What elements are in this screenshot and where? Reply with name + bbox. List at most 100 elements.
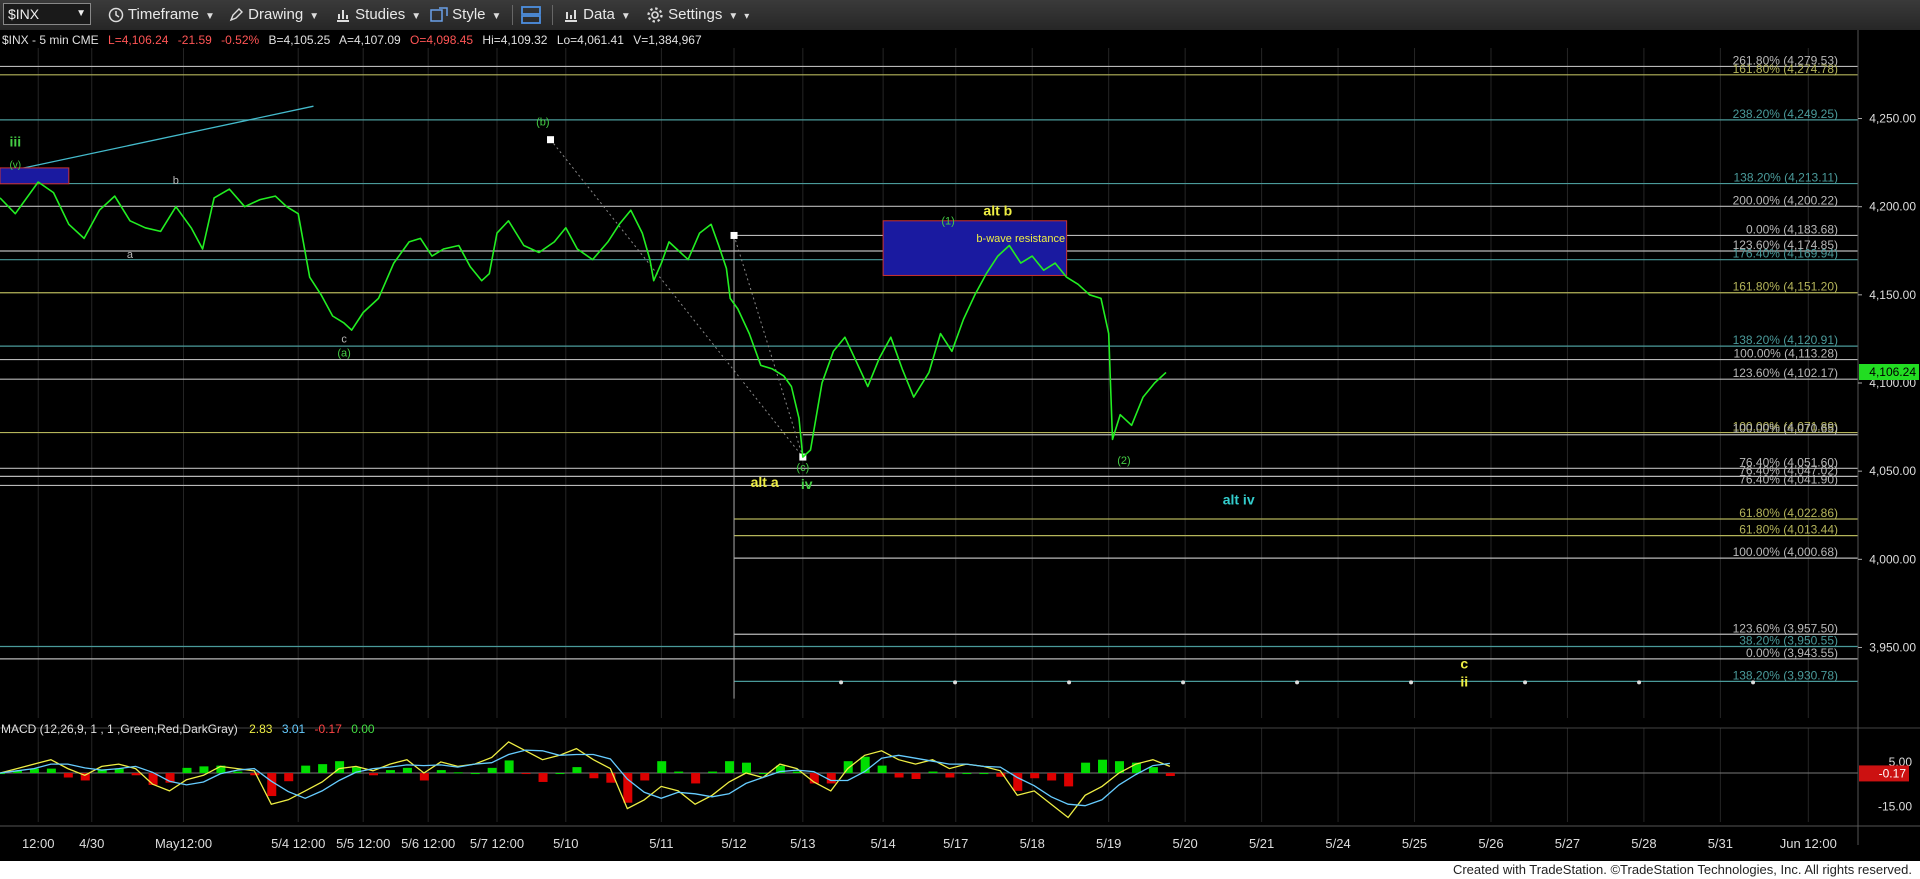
drawing-label: Drawing	[248, 6, 304, 23]
wave-label: alt b	[983, 203, 1012, 219]
time-marker-dot	[1751, 680, 1756, 685]
price-chart[interactable]: 261.80% (4,279.53)161.80% (4,274.78)238.…	[0, 30, 1920, 861]
caret-down-icon: ▾	[744, 11, 750, 22]
x-tick-label: 5/21	[1249, 836, 1274, 851]
style-label: Style	[452, 6, 486, 23]
macd-histogram-bar	[674, 771, 684, 774]
macd-histogram-bar	[470, 773, 480, 775]
x-tick-label: 5/20	[1172, 836, 1197, 851]
y-tick-label: 4,250.00	[1869, 112, 1916, 126]
x-tick-label: 5/6 12:00	[401, 836, 455, 851]
wave-label: iv	[801, 476, 813, 492]
time-marker-dot	[1409, 680, 1414, 685]
x-tick-label: 5/5 12:00	[336, 836, 390, 851]
chevron-down-icon[interactable]: ▼	[76, 4, 86, 24]
fib-level-label: 138.20% (4,120.91)	[1733, 333, 1838, 347]
data-icon	[565, 10, 577, 23]
y-tick-label: 4,200.00	[1869, 200, 1916, 214]
symbol-input[interactable]: $INX ▼	[3, 3, 91, 25]
macd-histogram-bar	[504, 760, 514, 774]
fib-level-label: 138.20% (3,930.78)	[1733, 668, 1838, 682]
chart-background	[0, 30, 1920, 861]
macd-histogram-bar	[63, 773, 73, 778]
data-menu[interactable]: Data ▼	[563, 4, 631, 26]
divider	[512, 5, 513, 25]
settings-menu[interactable]: Settings ▼ ▾	[646, 4, 749, 26]
x-tick-label: 4/30	[79, 836, 104, 851]
x-tick-label: 5/17	[943, 836, 968, 851]
clock-icon	[108, 7, 124, 23]
x-tick-label: 5/12	[721, 836, 746, 851]
time-marker-dot	[1295, 680, 1300, 685]
last-price: L=4,106.24	[108, 33, 169, 47]
studies-icon	[337, 10, 349, 23]
open-price: O=4,098.45	[410, 33, 473, 47]
wave-label: c	[341, 333, 347, 345]
y-tick-label: 4,000.00	[1869, 552, 1916, 566]
macd-histogram-bar	[318, 764, 328, 774]
macd-histogram-bar	[945, 773, 955, 778]
wave-label: (2)	[1117, 455, 1130, 467]
macd-histogram-bar	[640, 773, 650, 781]
toolbar: $INX ▼ Timeframe ▼ Drawing ▼ Studies ▼ Styl…	[0, 0, 1920, 31]
macd-histogram-bar	[623, 773, 633, 803]
time-marker-dot	[1637, 680, 1642, 685]
wave-label: (b)	[536, 117, 549, 129]
macd-histogram-bar	[487, 767, 497, 774]
timeframe-label: Timeframe	[127, 6, 200, 23]
caret-down-icon: ▼	[728, 11, 739, 22]
fib-level-label: 0.00% (4,183.68)	[1746, 222, 1838, 236]
fib-level-label: 61.80% (4,022.86)	[1739, 506, 1838, 520]
footer: Created with TradeStation. ©TradeStation…	[0, 861, 1920, 879]
macd-histogram-bar	[199, 766, 209, 774]
y-tick-label: 4,150.00	[1869, 288, 1916, 302]
macd-histogram-bar	[928, 771, 938, 774]
low-price: Lo=4,061.41	[557, 33, 624, 47]
macd-histogram-bar	[453, 772, 463, 774]
x-tick-label: May12:00	[155, 836, 212, 851]
macd-histogram-bar	[555, 773, 565, 775]
wave-label: alt a	[751, 474, 779, 490]
svg-text:MACD (12,26,9, 1 , 1 ,Green,Re: MACD (12,26,9, 1 , 1 ,Green,Red,DarkGray…	[1, 722, 375, 736]
macd-histogram-bar	[131, 773, 141, 776]
macd-histogram-bar	[521, 773, 531, 775]
fib-level-label: 138.20% (4,213.11)	[1733, 171, 1838, 185]
caret-down-icon: ▼	[309, 11, 320, 22]
macd-histogram-bar	[657, 761, 667, 774]
macd-last-tag-label: -0.17	[1879, 766, 1907, 780]
layout-button[interactable]	[520, 4, 542, 26]
style-icon	[430, 7, 448, 22]
macd-histogram-bar	[301, 765, 311, 774]
fib-level-label: 176.40% (4,169.94)	[1733, 247, 1838, 261]
macd-histogram-bar	[572, 767, 582, 774]
x-tick-label: 5/19	[1096, 836, 1121, 851]
macd-histogram-bar	[538, 773, 548, 782]
wave-label: (v)	[9, 160, 21, 171]
wave-label: c	[1460, 656, 1468, 672]
macd-histogram-bar	[691, 773, 701, 784]
macd-histogram-bar	[267, 773, 277, 797]
wave-label: (1)	[941, 215, 954, 227]
macd-diff-value: -0.17	[315, 722, 343, 736]
studies-menu[interactable]: Studies ▼	[335, 4, 421, 26]
style-menu[interactable]: Style ▼	[430, 4, 501, 26]
x-tick-label: 5/7 12:00	[470, 836, 524, 851]
macd-histogram-bar	[589, 773, 599, 779]
macd-histogram-bar	[708, 771, 718, 774]
macd-histogram-bar	[1064, 773, 1074, 787]
macd-histogram-bar	[385, 770, 395, 774]
high-price: Hi=4,109.32	[482, 33, 547, 47]
macd-histogram-bar	[1081, 762, 1091, 774]
macd-histogram-bar	[284, 773, 294, 782]
macd-histogram-bar	[233, 771, 243, 774]
caret-down-icon: ▼	[411, 11, 422, 22]
macd-histogram-bar	[979, 773, 989, 775]
wave-label: b-wave resistance	[976, 233, 1065, 245]
copyright-text: Created with TradeStation. ©TradeStation…	[1452, 862, 1912, 877]
layout-icon	[521, 6, 541, 24]
timeframe-menu[interactable]: Timeframe ▼	[108, 4, 215, 26]
x-tick-label: 12:00	[22, 836, 55, 851]
time-marker-dot	[1181, 680, 1186, 685]
drawing-menu[interactable]: Drawing ▼	[228, 4, 319, 26]
macd-value: 2.83	[249, 722, 273, 736]
